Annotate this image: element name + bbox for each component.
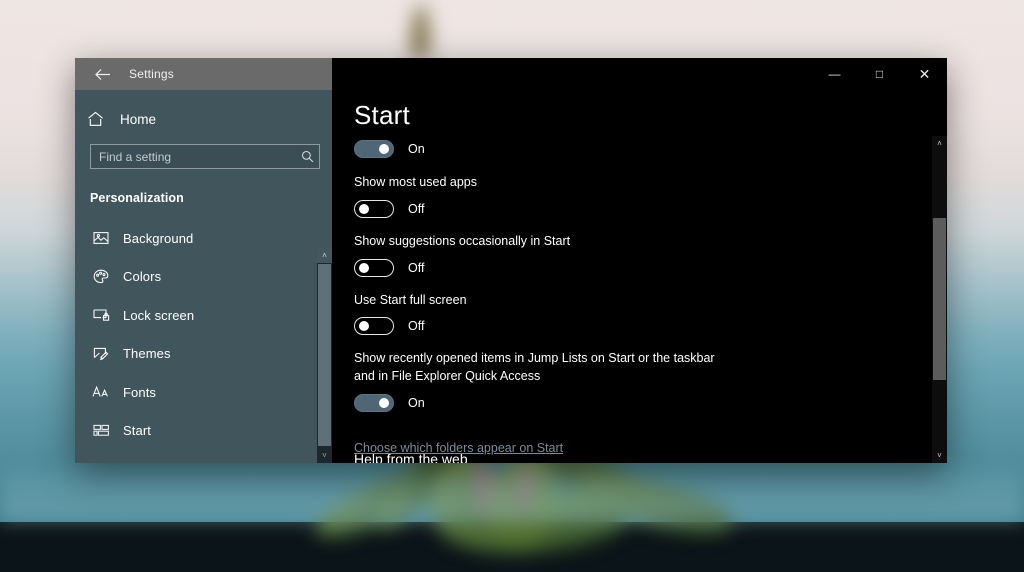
- sidebar-scroll-down-button[interactable]: ˅: [317, 448, 332, 463]
- toggle-state-label: Off: [408, 319, 425, 334]
- toggle-switch[interactable]: [354, 317, 394, 336]
- wallpaper-haze: [0, 470, 1024, 522]
- sidebar-scrollbar-thumb[interactable]: [318, 264, 331, 446]
- toggle-state-label: Off: [408, 260, 425, 275]
- sidebar-item-fonts-label: Fonts: [123, 384, 157, 400]
- setting-item: Show suggestions occasionally in Start O…: [354, 233, 947, 278]
- sidebar-item-background-label: Background: [123, 230, 194, 246]
- toggle-knob: [359, 321, 369, 332]
- setting-item: Show recently opened items in Jump Lists…: [354, 350, 947, 413]
- sidebar-item-home[interactable]: Home: [75, 100, 332, 138]
- setting-label: Show suggestions occasionally in Start: [354, 233, 571, 248]
- toggle-state-label: Off: [408, 201, 425, 216]
- home-icon: [87, 111, 113, 127]
- maximize-button[interactable]: □: [857, 58, 902, 90]
- sidebar-scrollbar[interactable]: ˄ ˅: [317, 248, 332, 463]
- settings-content: Start On Show most used apps Off Show su…: [332, 90, 947, 457]
- help-from-the-web-heading: Help from the web: [354, 451, 468, 463]
- toggle-row: Off: [354, 258, 947, 278]
- sidebar-item-start-label: Start: [123, 423, 151, 439]
- toggle-knob: [359, 203, 369, 214]
- sidebar-nav-list: Background Colors Lock screen Themes Fon…: [75, 213, 332, 450]
- sidebar-item-start[interactable]: Start: [75, 412, 332, 451]
- content-scroll-down-button[interactable]: ˅: [932, 448, 947, 463]
- toggle-state-label: On: [408, 142, 425, 156]
- sidebar-item-themes[interactable]: Themes: [75, 335, 332, 374]
- fonts-aa-icon: [89, 385, 113, 399]
- toggle-knob: [359, 262, 369, 273]
- sidebar-item-lock-screen-label: Lock screen: [123, 307, 195, 323]
- toggle-row: On: [354, 393, 947, 413]
- back-button[interactable]: [85, 59, 119, 89]
- sidebar-scroll-area: Home Personalization: [75, 90, 332, 463]
- sidebar-item-fonts[interactable]: Fonts: [75, 373, 332, 412]
- toggle-row: On: [354, 139, 947, 159]
- setting-item: Show most used apps Off: [354, 174, 947, 219]
- toggle-switch[interactable]: [354, 140, 394, 158]
- setting-item: Use Start full screen Off: [354, 292, 947, 337]
- window-titlebar-left: Settings: [75, 58, 332, 90]
- wallpaper-plant-stem: [414, 10, 424, 58]
- content-scroll-up-button[interactable]: ˄: [932, 136, 947, 151]
- image-icon: [89, 231, 113, 245]
- sidebar-item-background[interactable]: Background: [75, 219, 332, 258]
- lock-screen-icon: [89, 308, 113, 322]
- sidebar-item-lock-screen[interactable]: Lock screen: [75, 296, 332, 335]
- page-title: Start: [354, 100, 410, 130]
- toggle-row: Off: [354, 199, 947, 219]
- sidebar-section-header: Personalization: [90, 191, 184, 205]
- themes-brush-icon: [89, 346, 113, 361]
- sidebar-item-colors-label: Colors: [123, 269, 162, 285]
- setting-label: Show most used apps: [354, 175, 477, 189]
- start-tiles-icon: [89, 424, 113, 437]
- content-scrollbar[interactable]: ˄ ˅: [932, 136, 947, 463]
- toggle-row: Off: [354, 316, 947, 336]
- sidebar-item-home-label: Home: [120, 111, 157, 127]
- toggle-switch[interactable]: [354, 393, 394, 412]
- window-titlebar-right: — □ ✕: [332, 58, 947, 90]
- search-icon: [295, 150, 319, 163]
- settings-sidebar: Settings Home Pe: [75, 58, 332, 463]
- minimize-button[interactable]: —: [812, 58, 857, 90]
- toggle-knob: [379, 144, 389, 154]
- sidebar-scroll-up-button[interactable]: ˄: [317, 248, 332, 263]
- toggle-switch[interactable]: [354, 199, 394, 218]
- settings-window: Settings Home Pe: [75, 58, 947, 463]
- palette-icon: [89, 269, 113, 284]
- settings-content-pane: — □ ✕ Start On Show most used apps Off S…: [332, 58, 947, 463]
- search-input[interactable]: [91, 149, 295, 164]
- setting-label: Show recently opened items in Jump Lists…: [354, 351, 715, 383]
- sidebar-item-colors[interactable]: Colors: [75, 258, 332, 297]
- setting-label: Use Start full screen: [354, 292, 467, 307]
- toggle-switch[interactable]: [354, 258, 394, 277]
- window-title: Settings: [129, 67, 174, 81]
- close-button[interactable]: ✕: [902, 58, 947, 90]
- toggle-knob: [379, 397, 389, 408]
- sidebar-item-themes-label: Themes: [123, 346, 171, 362]
- toggle-state-label: On: [408, 395, 425, 410]
- content-scrollbar-thumb[interactable]: [933, 218, 946, 380]
- setting-item: On: [354, 139, 947, 159]
- search-box[interactable]: [90, 144, 320, 169]
